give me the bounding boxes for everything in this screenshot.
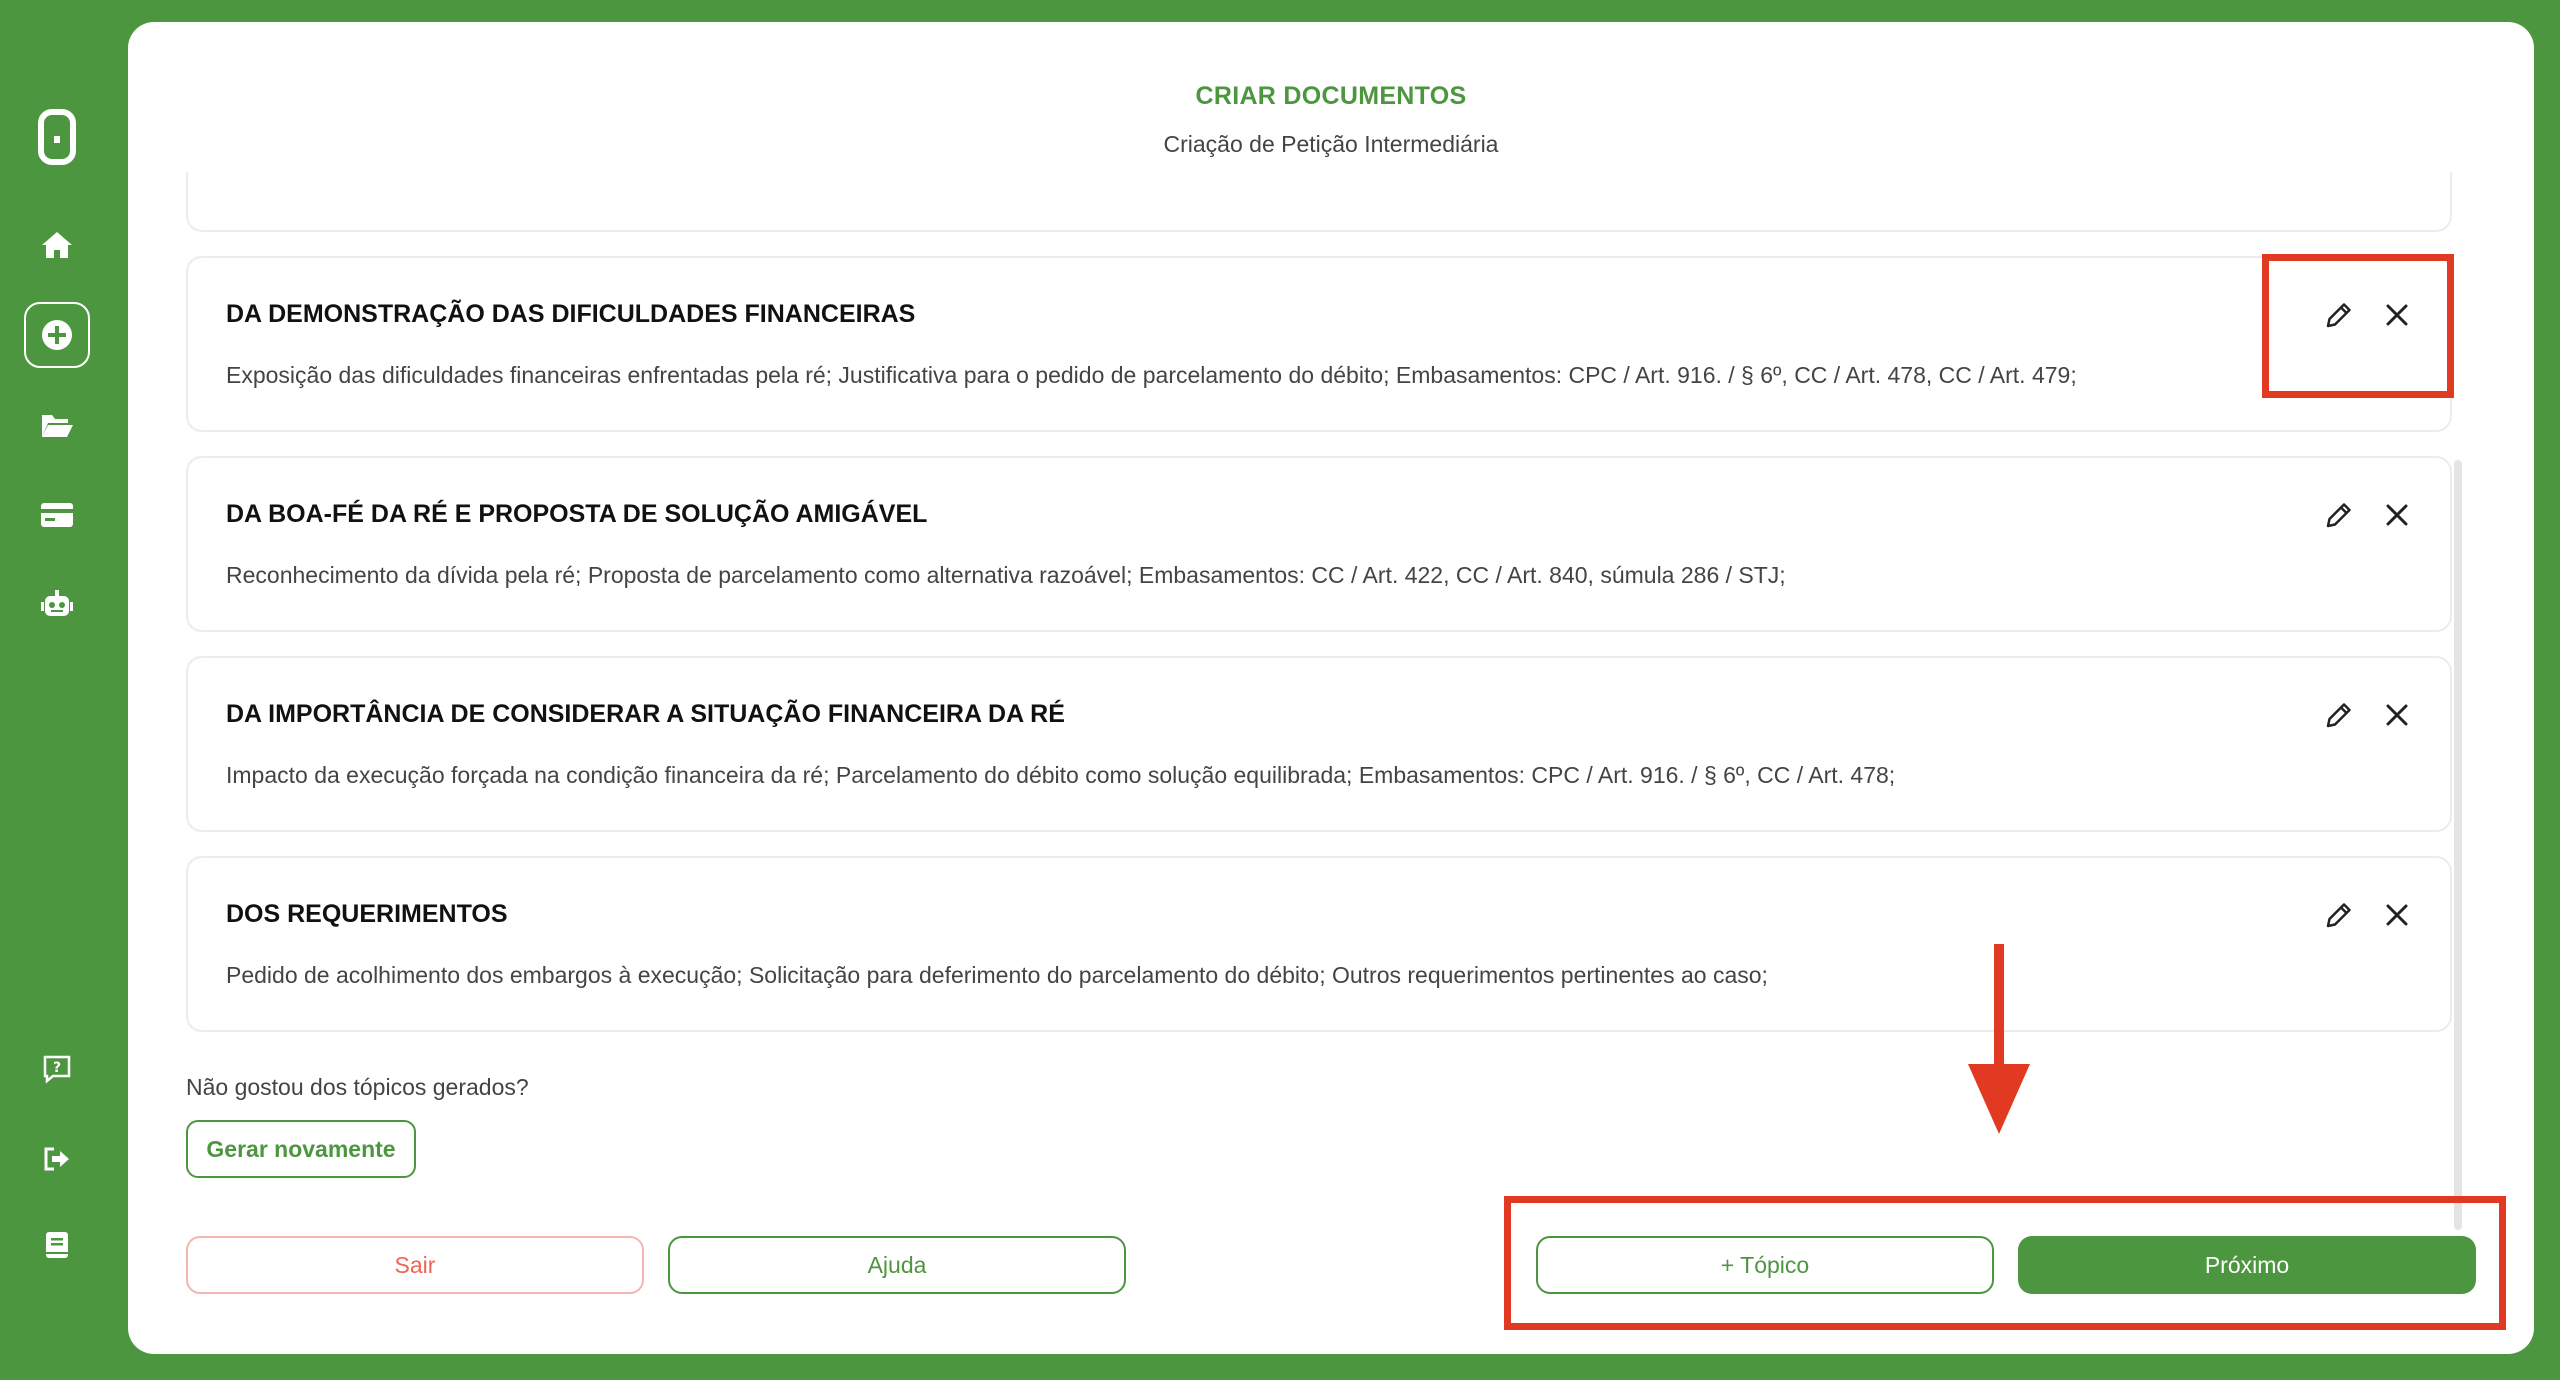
help-chat-icon[interactable]: ?: [24, 1036, 90, 1102]
plus-icon[interactable]: [24, 302, 90, 368]
logo-icon[interactable]: [24, 104, 90, 170]
close-icon[interactable]: [2380, 898, 2414, 932]
folder-icon[interactable]: [24, 392, 90, 458]
topic-description: Reconhecimento da dívida pela ré; Propos…: [226, 562, 1786, 588]
topic-card-partial: [186, 172, 2452, 232]
annotation-arrow-icon: [1966, 944, 2032, 1141]
topic-actions: [2322, 898, 2414, 932]
annotation-highlight-box: [2262, 254, 2454, 398]
regenerate-button[interactable]: Gerar novamente: [186, 1120, 416, 1178]
help-button[interactable]: Ajuda: [668, 1236, 1126, 1294]
scrollbar[interactable]: [2454, 460, 2462, 1230]
topic-title: DA DEMONSTRAÇÃO DAS DIFICULDADES FINANCE…: [226, 300, 916, 328]
pencil-icon[interactable]: [2322, 898, 2356, 932]
close-icon[interactable]: [2380, 698, 2414, 732]
robot-icon[interactable]: [24, 572, 90, 638]
topic-description: Pedido de acolhimento dos embargos à exe…: [226, 962, 1768, 988]
topic-card: DOS REQUERIMENTOS Pedido de acolhimento …: [186, 856, 2452, 1032]
page-subtitle: Criação de Petição Intermediária: [1163, 131, 1499, 157]
topic-title: DA BOA-FÉ DA RÉ E PROPOSTA DE SOLUÇÃO AM…: [226, 500, 928, 528]
regenerate-question: Não gostou dos tópicos gerados?: [186, 1074, 529, 1100]
book-icon[interactable]: [24, 1212, 90, 1278]
page-title: CRIAR DOCUMENTOS: [1195, 82, 1467, 110]
pencil-icon[interactable]: [2322, 698, 2356, 732]
topic-title: DOS REQUERIMENTOS: [226, 900, 508, 928]
topic-actions: [2322, 498, 2414, 532]
topic-description: Exposição das dificuldades financeiras e…: [226, 362, 2077, 388]
svg-text:?: ?: [53, 1060, 61, 1076]
annotation-highlight-box: [1504, 1196, 2506, 1330]
credit-card-icon[interactable]: [24, 482, 90, 548]
topic-title: DA IMPORTÂNCIA DE CONSIDERAR A SITUAÇÃO …: [226, 700, 1065, 728]
pencil-icon[interactable]: [2322, 498, 2356, 532]
topic-card: DA BOA-FÉ DA RÉ E PROPOSTA DE SOLUÇÃO AM…: [186, 456, 2452, 632]
topic-actions: [2322, 698, 2414, 732]
close-icon[interactable]: [2380, 498, 2414, 532]
home-icon[interactable]: [24, 212, 90, 278]
sidebar: ?: [0, 0, 128, 1380]
exit-button[interactable]: Sair: [186, 1236, 644, 1294]
logout-icon[interactable]: [24, 1126, 90, 1192]
topic-card: DA DEMONSTRAÇÃO DAS DIFICULDADES FINANCE…: [186, 256, 2452, 432]
main-panel: CRIAR DOCUMENTOS Criação de Petição Inte…: [128, 22, 2534, 1354]
topic-card: DA IMPORTÂNCIA DE CONSIDERAR A SITUAÇÃO …: [186, 656, 2452, 832]
topic-description: Impacto da execução forçada na condição …: [226, 762, 1896, 788]
